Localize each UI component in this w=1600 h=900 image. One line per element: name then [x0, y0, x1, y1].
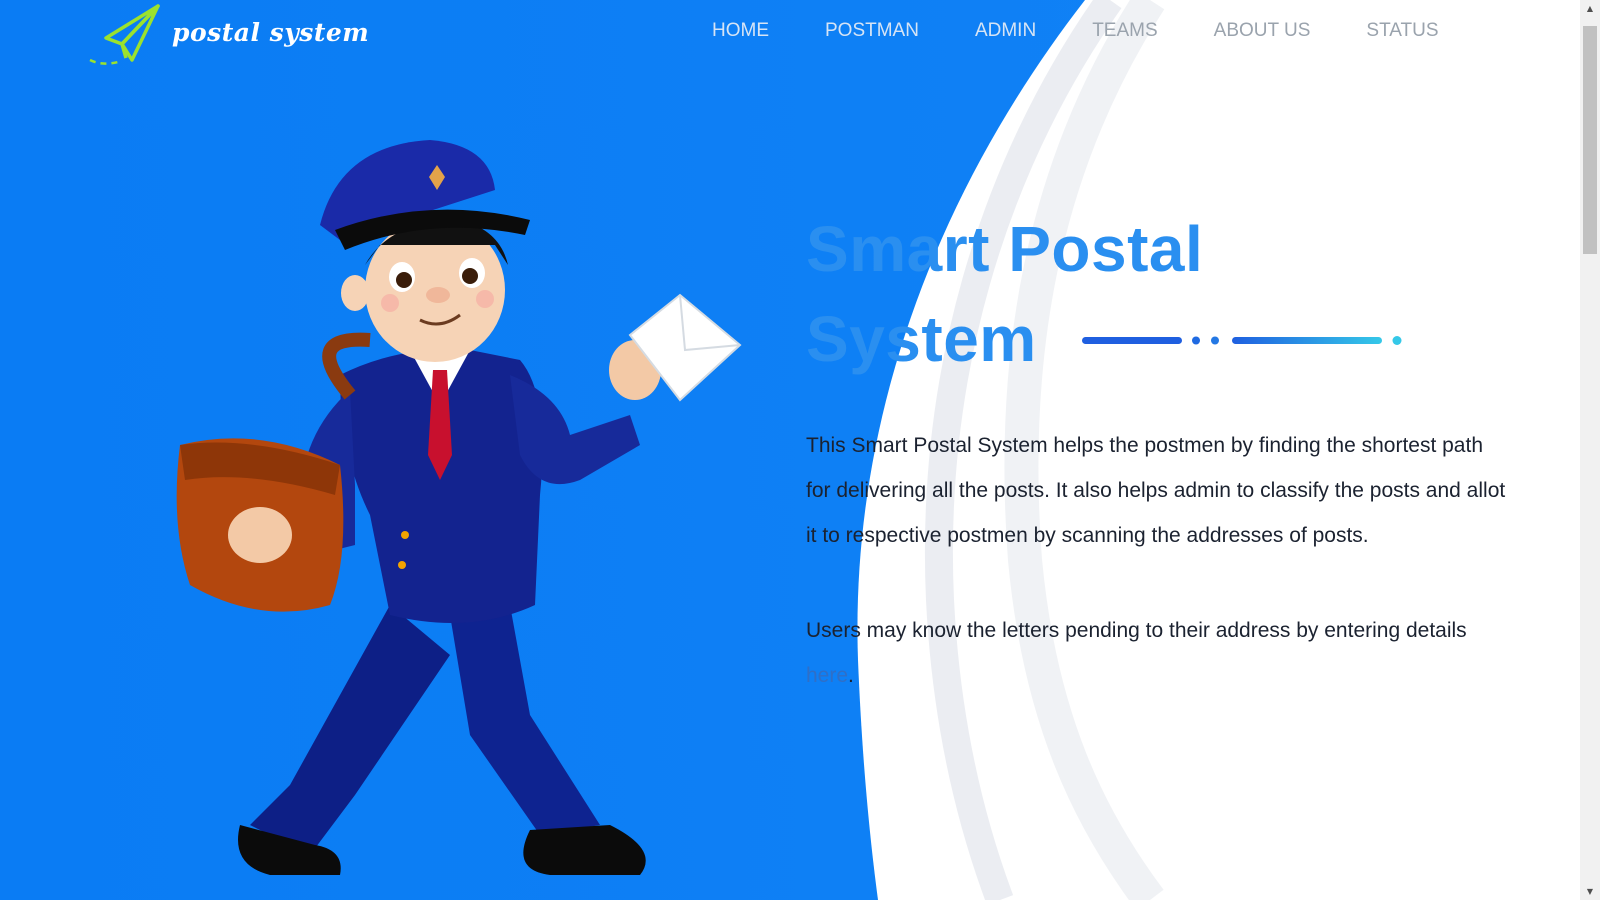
- postman-illustration: [176, 140, 742, 875]
- status-here-link[interactable]: here: [806, 664, 848, 687]
- title-decoration: [1082, 336, 1402, 345]
- paper-plane-icon: [89, 4, 160, 65]
- scroll-down-icon[interactable]: ▼: [1580, 883, 1600, 900]
- scrollbar[interactable]: ▲ ▼: [1580, 0, 1600, 900]
- nav-teams[interactable]: TEAMS: [1092, 20, 1157, 42]
- title-line-1: Smart Postal: [806, 213, 1204, 285]
- users-info: Users may know the letters pending to th…: [806, 608, 1506, 698]
- page: postal system HOME POSTMAN ADMIN TEAMS A…: [0, 0, 1600, 900]
- nav-admin[interactable]: ADMIN: [975, 20, 1036, 42]
- main-nav: HOME POSTMAN ADMIN TEAMS ABOUT US STATUS: [712, 20, 1495, 42]
- page-title: Smart Postal System: [806, 204, 1203, 384]
- nav-postman[interactable]: POSTMAN: [825, 20, 919, 42]
- nav-home[interactable]: HOME: [712, 20, 769, 42]
- logo-text: postal system: [172, 17, 370, 47]
- users-info-text: Users may know the letters pending to th…: [806, 619, 1467, 642]
- nav-status[interactable]: STATUS: [1366, 20, 1438, 42]
- nav-about-us[interactable]: ABOUT US: [1214, 20, 1311, 42]
- logo[interactable]: postal system: [88, 2, 369, 68]
- hero-description: This Smart Postal System helps the postm…: [806, 434, 1506, 547]
- scroll-up-icon[interactable]: ▲: [1580, 0, 1600, 17]
- scroll-thumb[interactable]: [1583, 26, 1597, 254]
- users-info-suffix: .: [848, 664, 854, 687]
